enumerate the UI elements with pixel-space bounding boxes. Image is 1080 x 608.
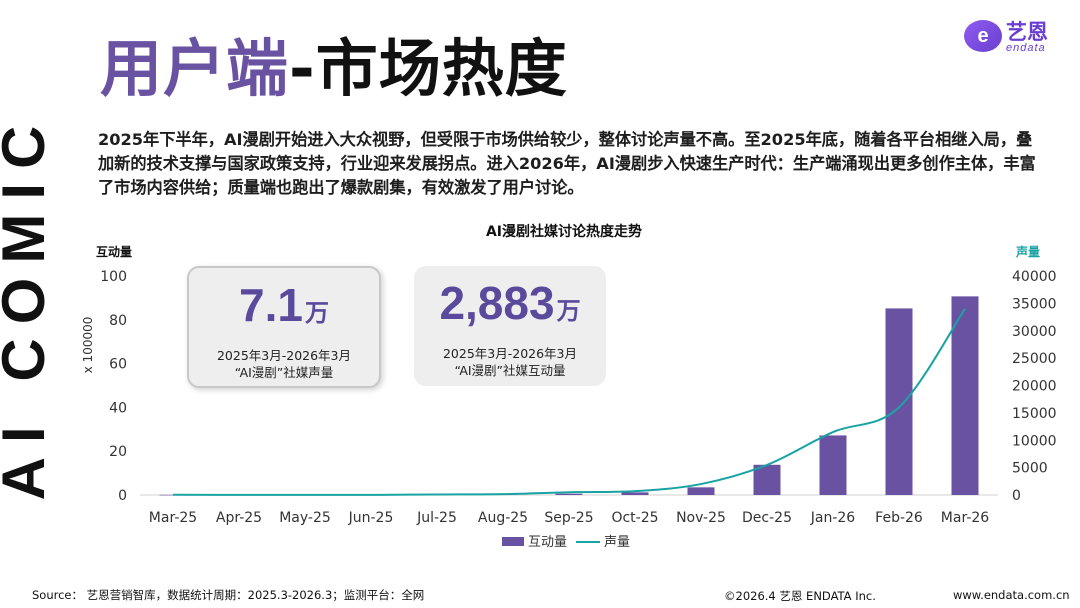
stat-card-volume: 7.1万 2025年3月-2026年3月 “AI漫剧”社媒声量 xyxy=(187,266,381,388)
right-tick-label: 40000 xyxy=(1012,269,1057,285)
stat-interaction-label: “AI漫剧”社媒互动量 xyxy=(454,363,566,378)
x-tick-label: Mar-26 xyxy=(941,510,989,526)
chart-legend: 互动量 声量 xyxy=(502,535,630,550)
x-tick-label: Jul-25 xyxy=(416,510,457,526)
legend-label-interaction: 互动量 xyxy=(528,535,567,550)
bar xyxy=(555,493,583,495)
x-tick-label: Feb-26 xyxy=(875,510,923,526)
stat-volume-label: “AI漫剧”社媒声量 xyxy=(234,365,334,380)
left-tick-label: 60 xyxy=(109,357,127,373)
stat-interaction-value: 2,883万 xyxy=(439,277,581,329)
x-tick-label: Apr-25 xyxy=(216,510,262,526)
left-tick-label: 80 xyxy=(109,313,127,329)
stat-card-interaction: 2,883万 2025年3月-2026年3月 “AI漫剧”社媒互动量 xyxy=(414,266,606,386)
stat-volume-value: 7.1万 xyxy=(239,279,329,331)
left-axis-multiplier: x 100000 xyxy=(81,317,95,374)
bar xyxy=(819,435,847,495)
right-axis-label: 声量 xyxy=(1015,244,1040,259)
right-tick-label: 15000 xyxy=(1012,406,1057,422)
x-tick-label: Nov-25 xyxy=(676,510,726,526)
x-tick-label: Sep-25 xyxy=(544,510,593,526)
right-tick-label: 0 xyxy=(1012,488,1021,504)
stat-volume-period: 2025年3月-2026年3月 xyxy=(216,348,352,363)
footer-copyright: ©2026.4 艺恩 ENDATA Inc. xyxy=(724,589,876,603)
right-tick-label: 20000 xyxy=(1012,379,1057,395)
left-tick-label: 20 xyxy=(109,444,127,460)
bar xyxy=(687,487,715,495)
left-tick-label: 40 xyxy=(109,400,127,416)
left-axis-label: 互动量 xyxy=(96,245,132,259)
x-tick-label: Jan-26 xyxy=(810,510,856,526)
right-tick-label: 35000 xyxy=(1012,296,1057,312)
x-tick-label: May-25 xyxy=(279,510,331,526)
bar xyxy=(621,492,649,495)
left-tick-label: 100 xyxy=(100,269,127,285)
footer-source: Source： 艺恩营销智库，数据统计周期：2025.3-2026.3；监测平台… xyxy=(32,588,425,602)
right-tick-label: 30000 xyxy=(1012,324,1057,340)
x-tick-label: Jun-25 xyxy=(348,510,394,526)
chart-title: AI漫剧社媒讨论热度走势 xyxy=(486,223,642,240)
legend-swatch-interaction xyxy=(502,537,524,546)
right-tick-label: 5000 xyxy=(1012,461,1048,477)
x-tick-label: Oct-25 xyxy=(611,510,658,526)
legend-label-volume: 声量 xyxy=(604,535,630,550)
right-tick-label: 10000 xyxy=(1012,433,1057,449)
bar xyxy=(885,308,913,495)
x-tick-label: Mar-25 xyxy=(149,510,197,526)
footer-url[interactable]: www.endata.com.cn xyxy=(953,588,1070,602)
left-tick-label: 0 xyxy=(118,488,127,504)
stat-interaction-period: 2025年3月-2026年3月 xyxy=(442,346,578,361)
x-tick-label: Dec-25 xyxy=(742,510,792,526)
x-tick-label: Aug-25 xyxy=(478,510,528,526)
right-tick-label: 25000 xyxy=(1012,351,1057,367)
